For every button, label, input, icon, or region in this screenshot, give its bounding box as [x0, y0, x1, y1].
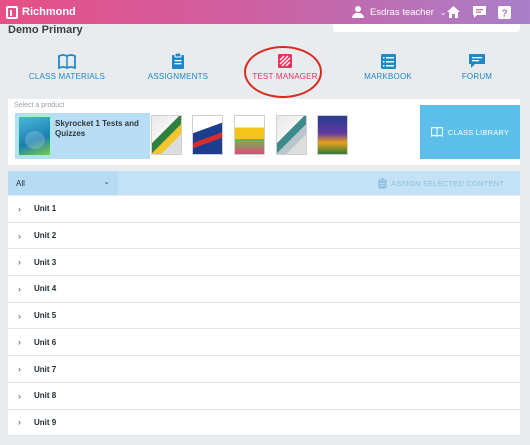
product-book[interactable] [317, 115, 348, 155]
product-book[interactable] [151, 115, 182, 155]
messages-icon[interactable] [471, 4, 487, 20]
clipboard-icon [172, 53, 184, 69]
chevron-down-icon: ⌄ [103, 177, 110, 186]
svg-text:?: ? [501, 8, 507, 19]
assign-selected-button[interactable]: ASSIGN SELECTED CONTENT [378, 171, 504, 195]
top-bar: Richmond Esdras teacher ⌄ ? [0, 0, 530, 24]
unit-label: Unit 7 [34, 364, 57, 374]
user-menu[interactable]: Esdras teacher ⌄ [352, 5, 447, 19]
list-check-icon [380, 53, 396, 69]
clipboard-icon [378, 177, 387, 188]
product-selector: Select a product Skyrocket 1 Tests and Q… [8, 99, 520, 165]
unit-label: Unit 9 [34, 417, 57, 427]
home-icon[interactable] [445, 4, 461, 20]
chevron-right-icon[interactable]: › [8, 204, 34, 214]
unit-label: Unit 3 [34, 257, 57, 267]
nav-label: ASSIGNMENTS [147, 72, 209, 81]
unit-row[interactable]: › Unit 5 [8, 303, 520, 330]
help-icon[interactable]: ? [496, 4, 512, 20]
chevron-right-icon[interactable]: › [8, 417, 34, 427]
class-library-button[interactable]: CLASS LIBRARY [420, 105, 520, 159]
unit-list: › Unit 1 › Unit 2 › Unit 3 › Unit 4 › Unit 5 › Unit… [8, 196, 520, 437]
chat-icon [469, 53, 485, 68]
chevron-right-icon[interactable]: › [8, 311, 34, 321]
nav-forum[interactable]: FORUM [422, 52, 530, 81]
unit-row[interactable]: › Unit 8 [8, 383, 520, 410]
nav-assignments[interactable]: ASSIGNMENTS [123, 52, 233, 81]
nav-label: FORUM [461, 72, 493, 81]
product-name: Skyrocket 1 Tests and Quizzes [55, 119, 139, 138]
product-book[interactable] [276, 115, 307, 155]
book-open-icon [58, 53, 76, 69]
chevron-right-icon[interactable]: › [8, 337, 34, 347]
book-open-icon [430, 127, 443, 137]
assign-label: ASSIGN SELECTED CONTENT [391, 178, 504, 188]
unit-label: Unit 5 [34, 311, 57, 321]
unit-row[interactable]: › Unit 4 [8, 276, 520, 303]
user-name: Esdras teacher [370, 6, 434, 18]
unit-label: Unit 6 [34, 337, 57, 347]
chevron-right-icon[interactable]: › [8, 284, 34, 294]
red-highlight-circle [244, 46, 322, 98]
product-book[interactable] [234, 115, 265, 155]
chevron-right-icon[interactable]: › [8, 257, 34, 267]
header-panel [333, 24, 520, 32]
user-icon [352, 6, 364, 18]
brand-name: Richmond [22, 6, 76, 18]
filter-bar: All ⌄ ASSIGN SELECTED CONTENT [8, 171, 520, 195]
class-library-label: CLASS LIBRARY [447, 127, 510, 137]
unit-label: Unit 2 [34, 231, 57, 241]
unit-label: Unit 4 [34, 284, 57, 294]
richmond-logo-icon [6, 5, 18, 19]
unit-row[interactable]: › Unit 2 [8, 223, 520, 250]
unit-row[interactable]: › Unit 3 [8, 249, 520, 277]
chevron-right-icon[interactable]: › [8, 391, 34, 401]
unit-label: Unit 8 [34, 391, 57, 401]
chevron-right-icon[interactable]: › [8, 364, 34, 374]
chevron-right-icon[interactable]: › [8, 231, 34, 241]
unit-label: Unit 1 [34, 204, 57, 214]
book-cover [18, 116, 51, 156]
nav-class-materials[interactable]: CLASS MATERIALS [12, 52, 122, 81]
unit-row[interactable]: › Unit 9 [8, 410, 520, 437]
unit-row[interactable]: › Unit 6 [8, 330, 520, 357]
select-product-label: Select a product [14, 102, 65, 109]
nav-label: CLASS MATERIALS [28, 72, 106, 81]
product-selected[interactable]: Skyrocket 1 Tests and Quizzes [15, 113, 150, 159]
unit-row[interactable]: › Unit 1 [8, 196, 520, 223]
school-name: Demo Primary [8, 24, 83, 36]
unit-row[interactable]: › Unit 7 [8, 356, 520, 383]
filter-value: All [16, 178, 25, 188]
unit-filter-select[interactable]: All ⌄ [8, 171, 118, 195]
brand-logo[interactable]: Richmond [6, 5, 76, 19]
product-book[interactable] [192, 115, 223, 155]
